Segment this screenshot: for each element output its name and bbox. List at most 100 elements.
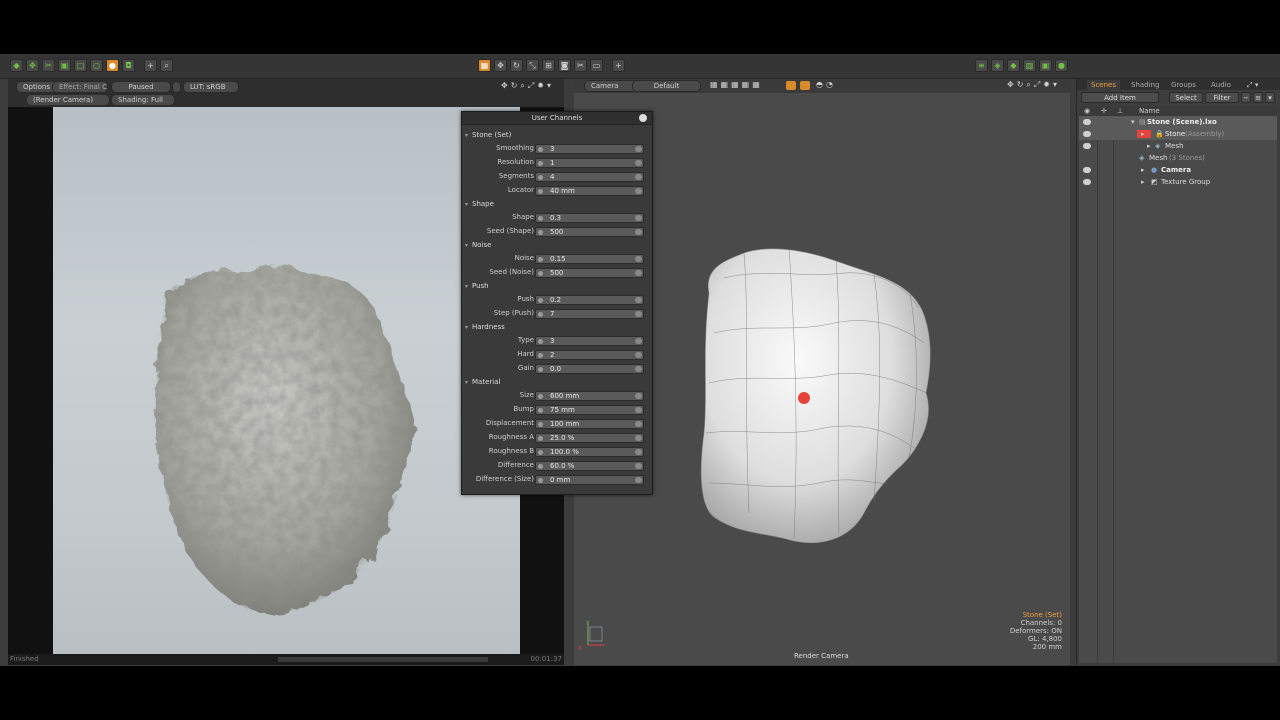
view-nav-icons[interactable]: ✥↻⌕⤢✹▾ bbox=[501, 81, 554, 91]
channel-value-field[interactable]: 3 bbox=[535, 144, 644, 154]
keyframe-dot-icon[interactable] bbox=[538, 394, 543, 399]
tab-groups[interactable]: Groups bbox=[1171, 80, 1196, 90]
image-icon[interactable]: ▨ bbox=[1023, 59, 1036, 72]
channel-eye-icon[interactable] bbox=[635, 435, 642, 441]
channel-eye-icon[interactable] bbox=[635, 146, 642, 152]
channel-eye-icon[interactable] bbox=[635, 297, 642, 303]
collapse-icon[interactable]: − bbox=[1241, 92, 1251, 103]
keyframe-dot-icon[interactable] bbox=[538, 189, 543, 194]
keyframe-dot-icon[interactable] bbox=[538, 450, 543, 455]
camera-icon[interactable]: ◙ bbox=[558, 59, 571, 72]
channel-value-field[interactable]: 0.3 bbox=[535, 213, 644, 223]
box-select-icon[interactable]: ▣ bbox=[58, 59, 71, 72]
channel-value-field[interactable]: 600 mm bbox=[535, 391, 644, 401]
scissors-icon[interactable]: ✂ bbox=[42, 59, 55, 72]
select-button[interactable]: Select bbox=[1169, 92, 1203, 103]
cube-icon[interactable]: ◆ bbox=[10, 59, 23, 72]
move-icon[interactable]: ✥ bbox=[26, 59, 39, 72]
box-icon[interactable]: □ bbox=[74, 59, 87, 72]
visibility-icon[interactable] bbox=[1083, 131, 1091, 137]
channel-eye-icon[interactable] bbox=[635, 477, 642, 483]
viewport-display-icons[interactable]: ▦▦▦▦▦ bbox=[710, 80, 763, 89]
filter-icon[interactable]: ▾ bbox=[1265, 92, 1275, 103]
keyframe-dot-icon[interactable] bbox=[538, 408, 543, 413]
select-icon[interactable]: ◘ bbox=[122, 59, 135, 72]
keyframe-dot-icon[interactable] bbox=[538, 312, 543, 317]
render-progress-scrollbar[interactable] bbox=[278, 657, 488, 662]
render-icon[interactable]: ▭ bbox=[590, 59, 603, 72]
preview-icon[interactable]: ▣ bbox=[1039, 59, 1052, 72]
channel-section-header[interactable]: Stone (Set) bbox=[462, 129, 652, 142]
channel-value-field[interactable]: 75 mm bbox=[535, 405, 644, 415]
shading-dropdown[interactable]: Shading: Full bbox=[111, 94, 175, 106]
user-channels-panel[interactable]: User Channels Stone (Set) Smoothing 3 Resol… bbox=[461, 111, 653, 495]
visibility-icon[interactable] bbox=[1083, 143, 1091, 149]
channel-value-field[interactable]: 500 bbox=[535, 268, 644, 278]
keyframe-dot-icon[interactable] bbox=[538, 147, 543, 152]
channel-eye-icon[interactable] bbox=[635, 421, 642, 427]
channel-eye-icon[interactable] bbox=[635, 270, 642, 276]
channel-value-field[interactable]: 500 bbox=[535, 227, 644, 237]
preset-dropdown[interactable]: Default bbox=[632, 80, 701, 92]
grid-icon[interactable]: ▦ bbox=[478, 59, 491, 72]
keyframe-dot-icon[interactable] bbox=[538, 339, 543, 344]
keyframe-dot-icon[interactable] bbox=[538, 216, 543, 221]
cut-icon[interactable]: ✂ bbox=[574, 59, 587, 72]
search-icon[interactable]: ⌕ bbox=[160, 59, 173, 72]
scene-item-list[interactable]: ◉ ✛ ⊥ Name ▾ ▤ Stone (Scene).lxo ▸ 🔒 Sto… bbox=[1079, 106, 1277, 663]
channel-value-field[interactable]: 0.15 bbox=[535, 254, 644, 264]
keyframe-dot-icon[interactable] bbox=[538, 257, 543, 262]
tab-shading[interactable]: Shading bbox=[1131, 80, 1159, 90]
channel-value-field[interactable]: 25.0 % bbox=[535, 433, 644, 443]
copy-icon[interactable] bbox=[172, 81, 181, 93]
transform-icon[interactable]: ⊞ bbox=[542, 59, 555, 72]
scale-icon[interactable]: ⤡ bbox=[526, 59, 539, 72]
channel-value-field[interactable]: 1 bbox=[535, 158, 644, 168]
circle-icon[interactable]: ○ bbox=[90, 59, 103, 72]
filter-button[interactable]: Filter bbox=[1205, 92, 1239, 103]
channel-eye-icon[interactable] bbox=[635, 188, 642, 194]
viewport-nav-icons[interactable]: ✥↻⌕⤢✹▾ bbox=[1007, 80, 1060, 90]
visibility-icon[interactable] bbox=[1083, 167, 1091, 173]
snap-icon[interactable]: ● bbox=[106, 59, 119, 72]
channel-value-field[interactable]: 0.0 bbox=[535, 364, 644, 374]
layers-icon[interactable]: ◈ bbox=[991, 59, 1004, 72]
effect-dropdown[interactable]: Effect: Final C... bbox=[52, 81, 108, 93]
list-item[interactable]: ▾ ▤ Stone (Scene).lxo bbox=[1079, 116, 1277, 128]
list-options-icon[interactable]: ≡ bbox=[1253, 92, 1263, 103]
channel-value-field[interactable]: 4 bbox=[535, 172, 644, 182]
channel-eye-icon[interactable] bbox=[635, 352, 642, 358]
keyframe-dot-icon[interactable] bbox=[538, 298, 543, 303]
channel-section-header[interactable]: Material bbox=[462, 376, 652, 389]
keyframe-dot-icon[interactable] bbox=[538, 161, 543, 166]
list-icon[interactable]: ≡ bbox=[975, 59, 988, 72]
channel-value-field[interactable]: 100 mm bbox=[535, 419, 644, 429]
keyframe-dot-icon[interactable] bbox=[538, 353, 543, 358]
channel-value-field[interactable]: 2 bbox=[535, 350, 644, 360]
keyframe-dot-icon[interactable] bbox=[538, 230, 543, 235]
plus-icon[interactable]: + bbox=[144, 59, 157, 72]
lighting-icon[interactable] bbox=[800, 81, 810, 90]
keyframe-dot-icon[interactable] bbox=[538, 436, 543, 441]
render-camera-dropdown[interactable]: (Render Camera) bbox=[26, 94, 110, 106]
lut-dropdown[interactable]: LUT: sRGB bbox=[183, 81, 239, 93]
close-icon[interactable] bbox=[639, 114, 647, 122]
channel-eye-icon[interactable] bbox=[635, 407, 642, 413]
channel-value-field[interactable]: 100.0 % bbox=[535, 447, 644, 457]
tab-audio[interactable]: Audio bbox=[1211, 80, 1231, 90]
channel-value-field[interactable]: 0.2 bbox=[535, 295, 644, 305]
channel-value-field[interactable]: 60.0 % bbox=[535, 461, 644, 471]
channel-eye-icon[interactable] bbox=[635, 338, 642, 344]
camera-dropdown[interactable]: Camera bbox=[584, 80, 638, 92]
stack-icon[interactable]: ◆ bbox=[1007, 59, 1020, 72]
channel-section-header[interactable]: Hardness bbox=[462, 321, 652, 334]
add-item-button[interactable]: Add Item bbox=[1081, 92, 1159, 103]
channel-eye-icon[interactable] bbox=[635, 393, 642, 399]
viewport-render-icons[interactable]: ◓◔ bbox=[816, 80, 836, 89]
channel-value-field[interactable]: 3 bbox=[535, 336, 644, 346]
gpu-icon[interactable] bbox=[786, 81, 796, 90]
tab-scenes[interactable]: Scenes bbox=[1087, 80, 1120, 90]
list-item[interactable]: ▸ ● Camera bbox=[1079, 164, 1277, 176]
channel-eye-icon[interactable] bbox=[635, 463, 642, 469]
rotate-icon[interactable]: ↻ bbox=[510, 59, 523, 72]
